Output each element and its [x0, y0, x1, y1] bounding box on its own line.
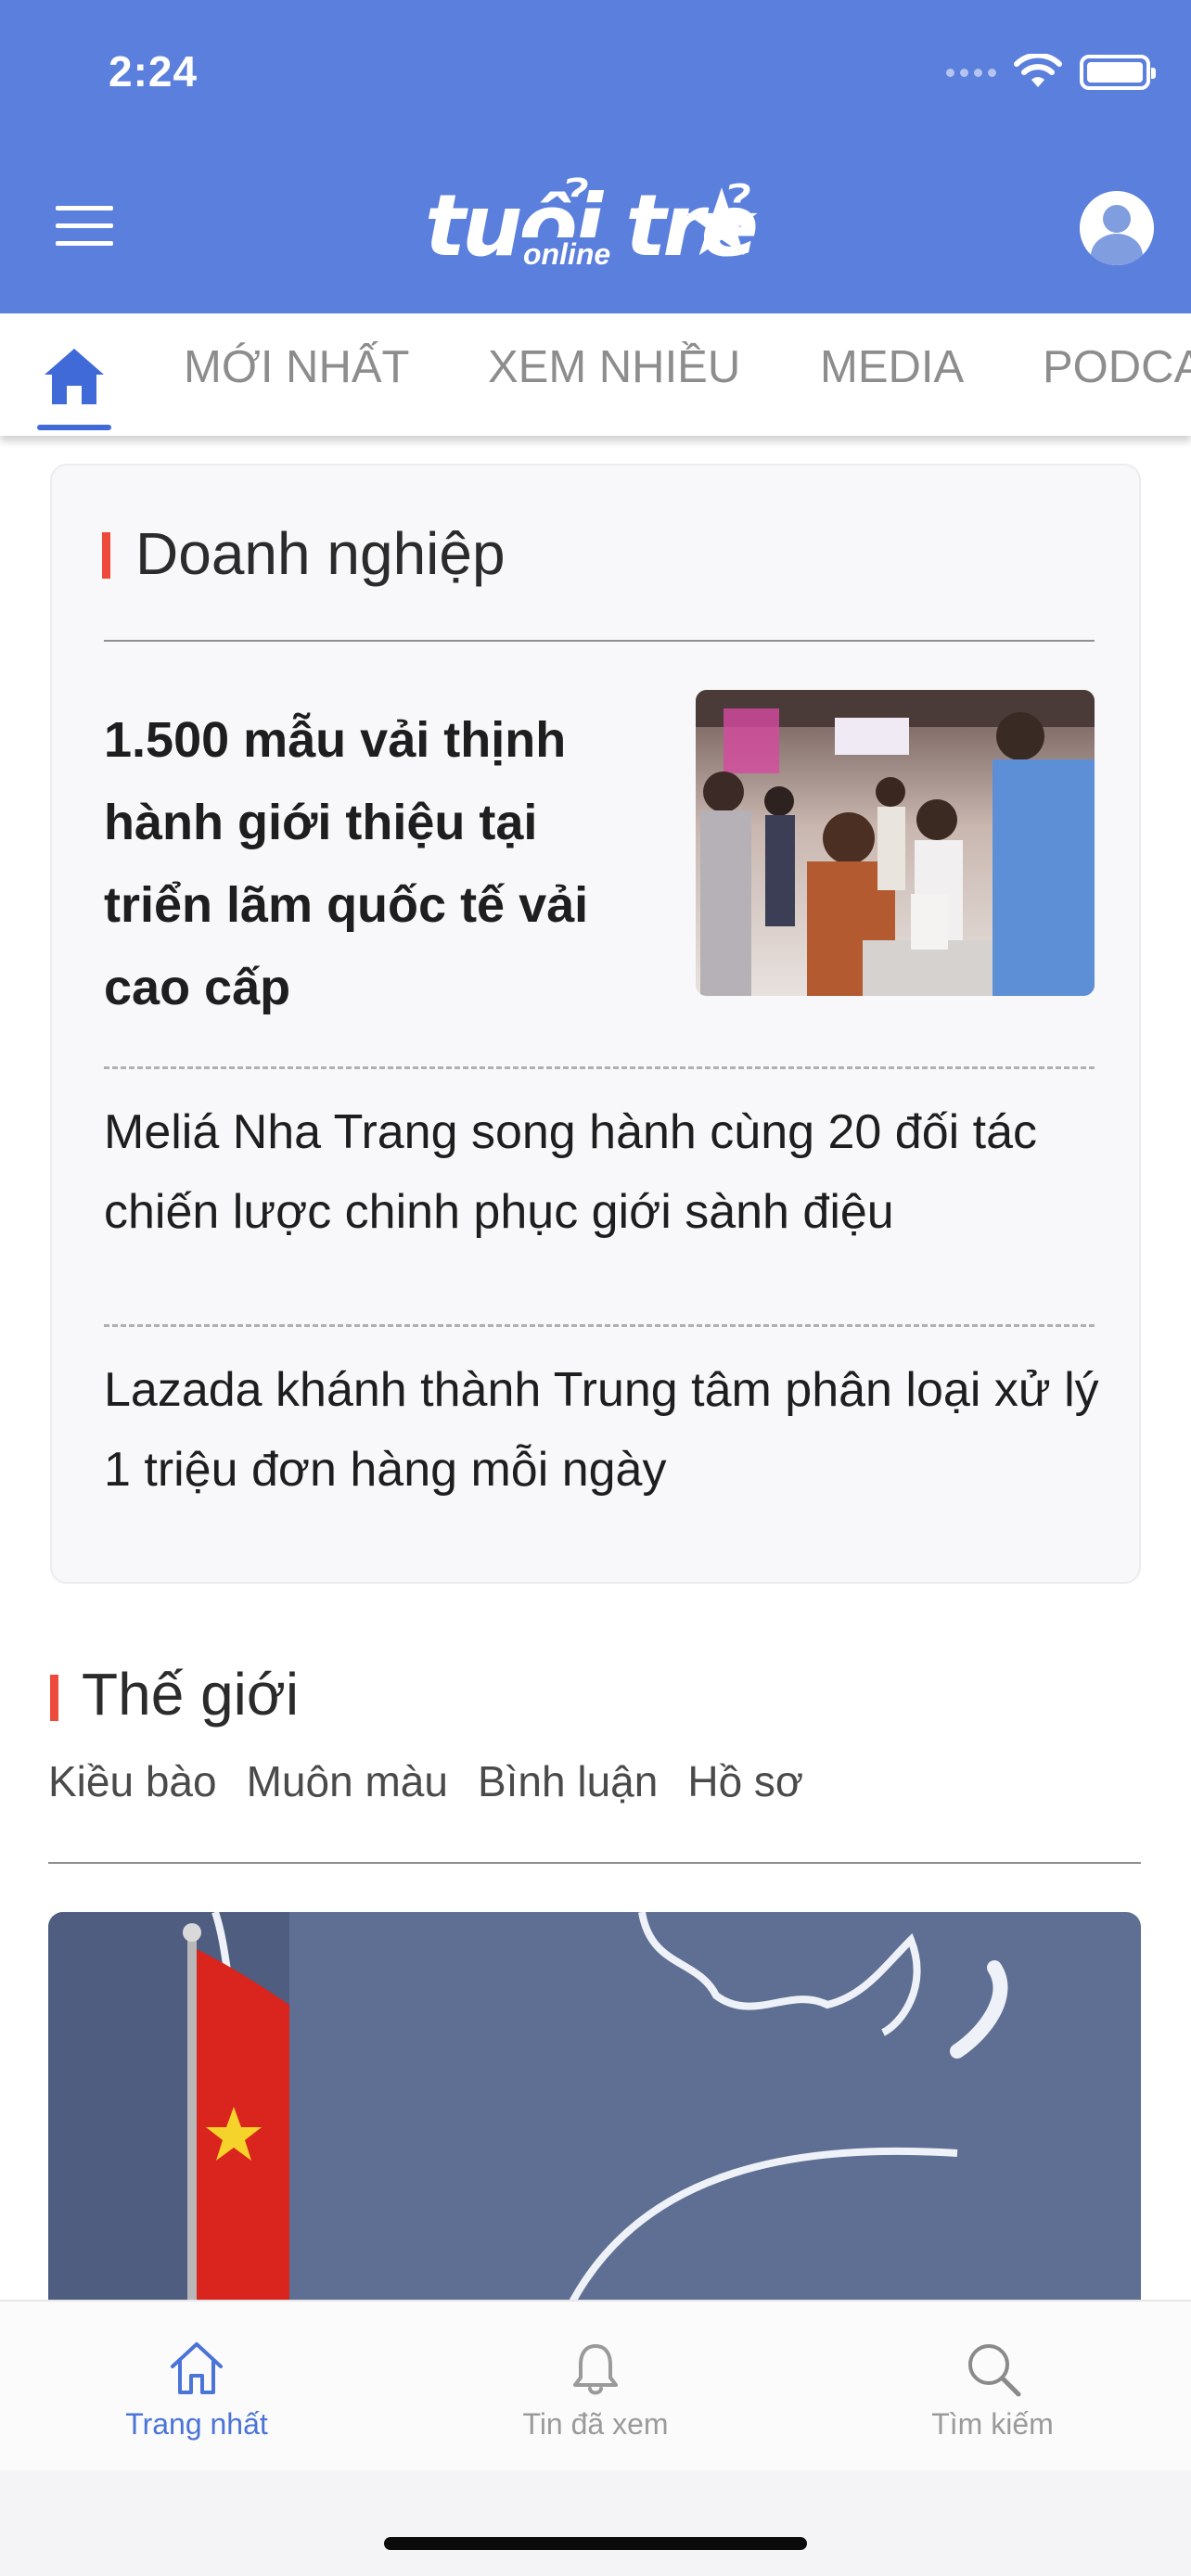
lead-story-title[interactable]: 1.500 mẫu vải thịnh hành giới thiệu tại … [104, 699, 651, 1029]
active-tab-indicator [37, 425, 111, 430]
section-marker [102, 532, 110, 579]
tab-media[interactable]: MEDIA [820, 341, 964, 393]
status-time: 2:24 [109, 47, 198, 96]
status-icons [946, 54, 1156, 91]
home-icon [171, 2342, 223, 2394]
logo-subtext: online [518, 237, 617, 272]
section-title[interactable]: Doanh nghiệp [135, 519, 506, 588]
section-marker [50, 1675, 58, 1721]
logo-star-icon [685, 187, 758, 256]
battery-icon [1080, 55, 1156, 90]
nav-label: Trang nhất [125, 2407, 268, 2441]
nav-history[interactable]: Tin đã xem [484, 2335, 707, 2442]
section-divider [104, 640, 1095, 642]
tab-moi-nhat[interactable]: MỚI NHẤT [184, 341, 409, 393]
subcategory-link[interactable]: Hồ sơ [687, 1756, 803, 1806]
story-divider [104, 1324, 1095, 1327]
tab-xem-nhieu[interactable]: XEM NHIỀU [488, 341, 740, 393]
tab-podcast[interactable]: PODCA [1043, 341, 1191, 393]
bell-icon [573, 2344, 618, 2395]
section-title[interactable]: Thế giới [82, 1660, 299, 1728]
story-title[interactable]: Lazada khánh thành Trung tâm phân loại x… [104, 1350, 1106, 1510]
wifi-icon [1014, 54, 1062, 87]
search-icon [968, 2344, 1021, 2397]
nav-home[interactable]: Trang nhất [85, 2335, 308, 2442]
user-avatar-button[interactable] [1080, 191, 1154, 265]
user-icon [1080, 191, 1154, 265]
subcategory-link[interactable]: Bình luận [478, 1756, 658, 1806]
nav-label: Tin đã xem [522, 2407, 669, 2441]
home-indicator-area [0, 2470, 1191, 2576]
nav-search[interactable]: Tìm kiếm [881, 2335, 1104, 2442]
category-tabbar: MỚI NHẤT XEM NHIỀU MEDIA PODCA [0, 313, 1191, 436]
section-divider [48, 1862, 1141, 1864]
nav-label: Tìm kiếm [931, 2407, 1054, 2441]
tab-home[interactable] [37, 339, 111, 432]
home-indicator[interactable] [384, 2537, 807, 2550]
app-logo[interactable]: tuổi trẻ online [425, 176, 759, 278]
bottom-navigation: Trang nhất Tin đã xem Tìm kiếm [0, 2300, 1191, 2470]
story-divider [104, 1066, 1095, 1069]
world-story-image[interactable] [48, 1912, 1141, 2311]
subcategory-list: Kiều bào Muôn màu Bình luận Hồ sơ [48, 1756, 803, 1806]
business-section-card: Doanh nghiệp 1.500 mẫu vải thịnh hành gi… [50, 464, 1141, 1584]
menu-button[interactable] [56, 206, 113, 247]
subcategory-link[interactable]: Kiều bào [48, 1756, 217, 1806]
app-header: 2:24 tuổi trẻ online [0, 0, 1191, 313]
subcategory-link[interactable]: Muôn màu [247, 1756, 448, 1806]
signal-icon [946, 68, 996, 77]
home-icon [45, 349, 104, 404]
lead-story-image[interactable] [696, 690, 1095, 996]
story-title[interactable]: Meliá Nha Trang song hành cùng 20 đối tá… [104, 1092, 1106, 1252]
